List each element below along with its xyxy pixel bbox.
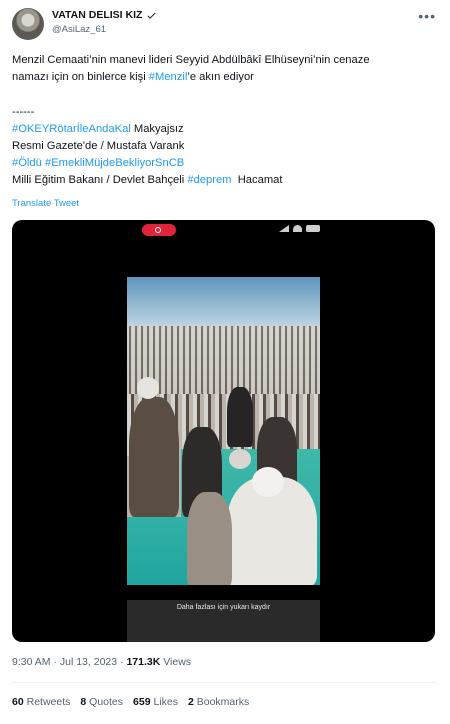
tweet-text-span: Milli Eğitim Bakanı / Devlet Bahçeli <box>12 174 188 186</box>
bookmarks-stat[interactable]: 2 Bookmarks <box>188 696 249 708</box>
author-name-row[interactable]: VATAN DELISI KIZ <box>52 9 157 21</box>
bookmarks-count: 2 <box>187 696 194 708</box>
hashtag-link[interactable]: #deprem <box>187 174 231 186</box>
video-frame[interactable] <box>127 277 320 585</box>
battery-icon <box>306 225 320 232</box>
hashtag-link[interactable]: #EmekliMüjdeBekliyorSnCB <box>45 157 184 169</box>
tweet-text-span: Makyajsız <box>130 123 184 135</box>
meta-separator: · <box>50 656 60 668</box>
tweet-line: Resmi Gazete'de / Mustafa Varank <box>12 140 185 152</box>
video-player[interactable]: Daha fazlası için yukarı kaydır <box>12 220 435 642</box>
retweets-count: 60 <box>12 696 24 708</box>
quotes-stat[interactable]: 8 Quotes <box>80 696 123 708</box>
retweets-label: Retweets <box>26 696 71 708</box>
likes-stat[interactable]: 659 Likes <box>133 696 178 708</box>
video-head <box>252 467 284 497</box>
tweet-text-span: ’e akın ediyor <box>187 71 254 83</box>
quotes-count: 8 <box>80 696 87 708</box>
views-label: Views <box>160 656 192 668</box>
tweet-line: #OKEYRötarİleAndaKal Makyajsız <box>12 121 437 138</box>
tweet-line: #Öldü #EmekliMüjdeBekliyorSnCB <box>12 155 437 172</box>
retweets-stat[interactable]: 60 Retweets <box>12 696 70 708</box>
video-head <box>229 449 251 469</box>
hashtag-link[interactable]: #Menzil <box>149 71 188 83</box>
video-sky <box>127 277 320 333</box>
tweet-time[interactable]: 9:30 AM <box>12 656 51 668</box>
tweet-meta: 9:30 AM · Jul 13, 2023 · 171.3K Views <box>12 656 191 668</box>
tweet-line: namazı için on binlerce kişi #Menzil’e a… <box>12 69 437 86</box>
video-person <box>129 397 179 517</box>
video-head <box>137 377 159 399</box>
likes-label: Likes <box>153 696 178 708</box>
author-handle[interactable]: @AsiLaz_61 <box>52 24 106 35</box>
phone-status-bar <box>279 225 320 232</box>
author-name[interactable]: VATAN DELISI KIZ <box>52 9 142 21</box>
tweet-date[interactable]: Jul 13, 2023 <box>60 656 117 668</box>
likes-count: 659 <box>133 696 151 708</box>
tweet-text: Menzil Cemaati’nin manevi lideri Seyyid … <box>12 52 437 189</box>
translate-tweet-link[interactable]: Translate Tweet <box>12 198 79 209</box>
wifi-icon <box>293 225 302 232</box>
tweet-text-span: namazı için on binlerce kişi <box>12 71 149 83</box>
tweet-text-span: Hacamat <box>231 174 283 186</box>
separator-text: ------ <box>12 106 35 118</box>
hashtag-link[interactable]: #Öldü <box>12 157 42 169</box>
record-indicator-icon <box>142 224 176 236</box>
quotes-label: Quotes <box>89 696 124 708</box>
more-options-icon[interactable]: ••• <box>418 8 436 24</box>
video-person <box>227 387 253 447</box>
engagement-stats: 60 Retweets 8 Quotes 659 Likes 2 Bookmar… <box>12 696 249 708</box>
video-caption: Daha fazlası için yukarı kaydır <box>176 604 271 611</box>
views-count: 171.3K <box>126 656 161 668</box>
tweet-line: Menzil Cemaati’nin manevi lideri Seyyid … <box>12 54 370 66</box>
bookmarks-label: Bookmarks <box>196 696 250 708</box>
video-person <box>187 492 232 585</box>
hashtag-link[interactable]: #OKEYRötarİleAndaKal <box>12 123 131 135</box>
verified-badge-icon <box>147 12 157 19</box>
tweet-line: Milli Eğitim Bakanı / Devlet Bahçeli #de… <box>12 172 437 189</box>
signal-icon <box>279 225 289 232</box>
avatar[interactable] <box>12 8 44 40</box>
divider <box>12 682 437 683</box>
